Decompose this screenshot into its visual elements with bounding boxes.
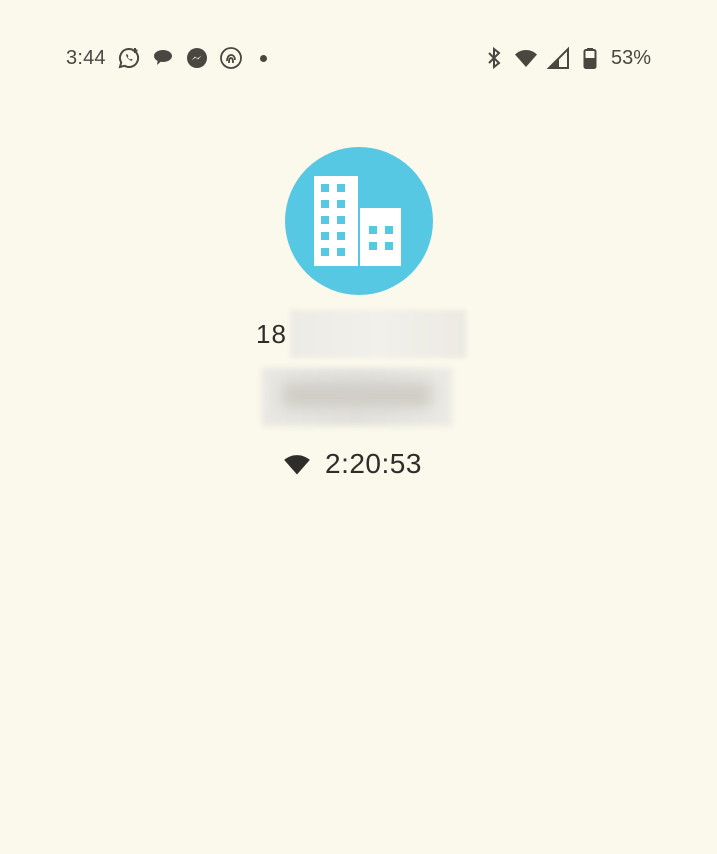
messenger-icon: [184, 45, 210, 71]
more-dot-icon: [259, 54, 267, 62]
business-building-icon: [314, 176, 401, 266]
battery-icon: [577, 45, 603, 71]
wifi-call-icon: [284, 455, 310, 475]
wifi-icon: [513, 45, 539, 71]
chat-bubble-icon: [150, 45, 176, 71]
caller-avatar: [285, 147, 433, 295]
status-bar: 3:44 53%: [0, 36, 717, 80]
call-duration-row: 2:20:53: [283, 444, 422, 484]
call-duration: 2:20:53: [325, 448, 422, 479]
bluetooth-icon: [481, 45, 507, 71]
status-bar-left: 3:44: [66, 36, 267, 80]
status-time: 3:44: [66, 46, 106, 69]
fingerprint-icon: [218, 45, 244, 71]
redacted-number-area: [290, 310, 466, 358]
whatsapp-icon: [116, 45, 142, 71]
status-bar-right: 53%: [481, 36, 651, 80]
cellular-signal-icon: [545, 45, 571, 71]
redacted-caller-label-text: [282, 382, 432, 408]
battery-percent: 53%: [610, 46, 651, 69]
